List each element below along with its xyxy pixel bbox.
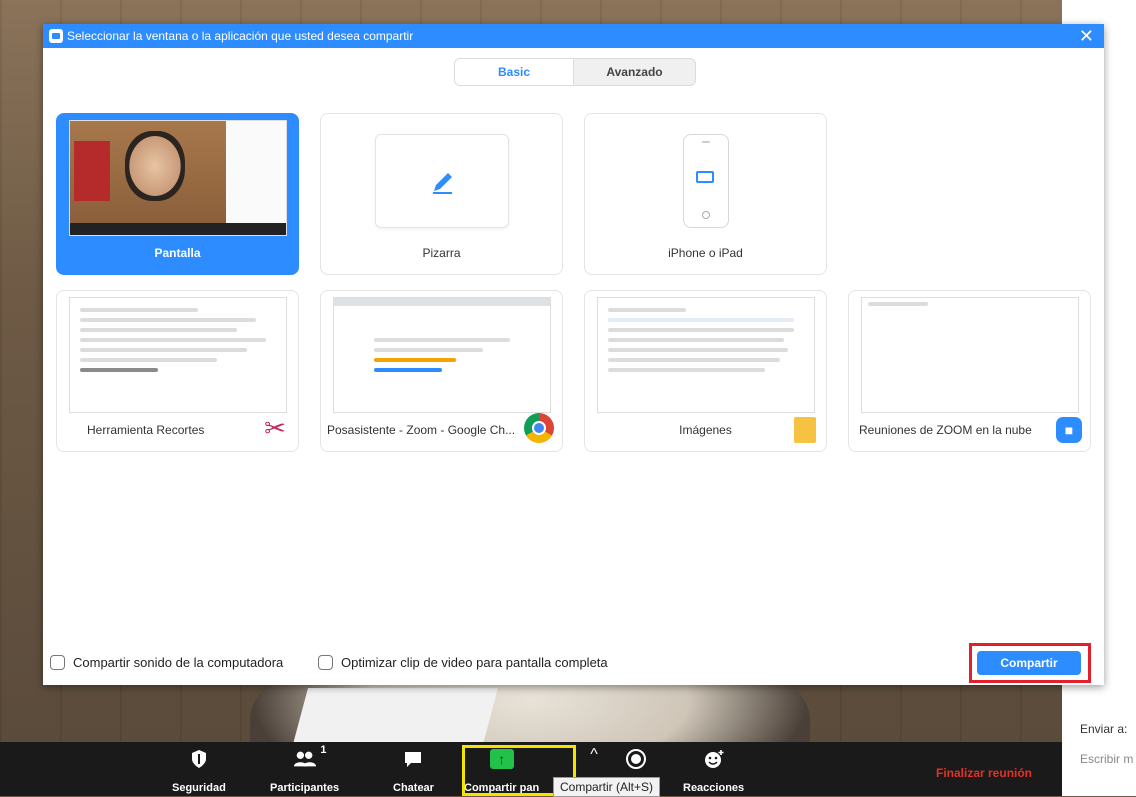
whiteboard-card [375,134,509,228]
chat-label: Chatear [393,782,434,794]
airplay-icon [696,171,714,183]
dialog-title: Seleccionar la ventana o la aplicación q… [67,29,414,43]
dialog-titlebar: Seleccionar la ventana o la aplicación q… [43,24,1104,48]
participant-shirt [291,688,499,742]
pen-icon [433,173,452,194]
share-button[interactable]: Compartir [977,651,1081,675]
send-to-label: Enviar a: [1080,722,1128,736]
tile-label: Pantalla [154,246,201,260]
share-tile-whiteboard[interactable]: Pizarra [320,113,563,275]
chat-button[interactable]: Chatear [393,748,434,794]
folder-icon [794,417,816,443]
window-thumbnail [69,297,287,413]
end-meeting-button[interactable]: Finalizar reunión [936,766,1032,780]
participants-icon: 1 [293,744,327,770]
share-sound-checkbox[interactable]: Compartir sonido de la computadora [50,655,283,670]
share-tile-zoom-cloud-meetings[interactable]: Reuniones de ZOOM en la nube ■ [848,290,1091,452]
record-button[interactable] [624,748,648,770]
screen-thumbnail [69,120,287,236]
scissors-icon: ✂ [264,413,286,443]
share-button-highlight-box: Compartir [969,643,1091,683]
emoji-plus-icon [702,748,726,770]
share-window-dialog: Seleccionar la ventana o la aplicación q… [43,24,1104,685]
chevron-up-icon: ^ [590,746,598,763]
close-icon[interactable]: ✕ [1079,26,1094,47]
record-icon [624,748,648,770]
reactions-button[interactable]: Reacciones [683,748,744,794]
participant-count: 1 [320,744,327,756]
security-label: Seguridad [172,782,226,794]
share-tile-snipping-tool[interactable]: Herramienta Recortes ✂ [56,290,299,452]
tab-advanced[interactable]: Avanzado [574,59,695,85]
share-tile-images[interactable]: Imágenes [584,290,827,452]
share-options-bar: Compartir sonido de la computadora Optim… [43,648,1104,678]
participants-label: Participantes [270,782,340,794]
window-thumbnail [861,297,1079,413]
tile-label: Pizarra [422,246,461,260]
share-mode-tabs: Basic Avanzado [454,58,696,86]
share-tile-screen[interactable]: Pantalla [56,113,299,275]
window-thumbnail [597,297,815,413]
share-sound-label: Compartir sonido de la computadora [73,655,284,670]
tab-basic[interactable]: Basic [455,59,574,85]
shield-icon [187,748,211,770]
optimize-video-label: Optimizar clip de video para pantalla co… [341,655,608,670]
chat-message-input[interactable]: Escribir m [1080,752,1133,766]
checkbox-icon [318,655,333,670]
share-tile-chrome[interactable]: Posasistente - Zoom - Google Ch... [320,290,563,452]
phone-icon [683,134,729,228]
tile-label: Imágenes [679,423,732,437]
reactions-label: Reacciones [683,782,745,794]
participants-button[interactable]: 1 Participantes [270,744,340,794]
share-tile-iphone-ipad[interactable]: iPhone o iPad [584,113,827,275]
checkbox-icon [50,655,65,670]
share-options-chevron[interactable]: ^ [582,744,606,766]
share-tooltip: Compartir (Alt+S) [553,777,661,797]
zoom-video-icon: ■ [1056,417,1082,443]
security-button[interactable]: Seguridad [172,748,226,794]
chat-bubble-icon [401,748,425,770]
optimize-video-checkbox[interactable]: Optimizar clip de video para pantalla co… [318,655,608,670]
zoom-app-icon [49,29,63,43]
tile-label: iPhone o iPad [668,246,743,260]
window-thumbnail [333,297,551,413]
chrome-icon [524,413,554,443]
